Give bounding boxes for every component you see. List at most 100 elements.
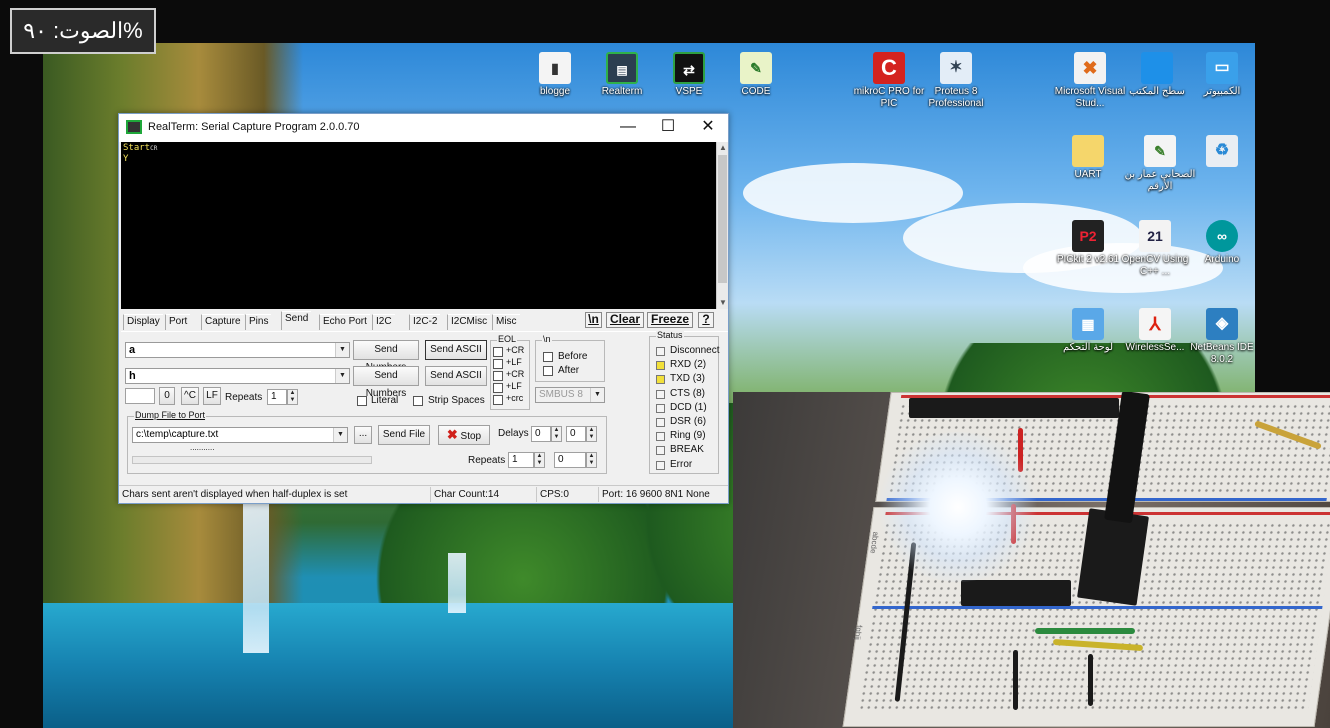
maximize-button[interactable]: ☐ xyxy=(648,114,688,142)
tab-display[interactable]: Display xyxy=(123,314,163,330)
send-file-button[interactable]: Send File xyxy=(378,425,430,445)
status-group-label: Status xyxy=(656,330,684,340)
chevron-down-icon[interactable]: ▼ xyxy=(335,369,349,383)
delay-input-1[interactable]: 0 xyxy=(531,426,551,442)
desktop-icon-visual-studio[interactable]: ✖ Microsoft Visual Stud... xyxy=(1052,52,1128,110)
newline-button[interactable]: \n xyxy=(585,312,602,328)
cps-readout: CPS:0 xyxy=(537,487,599,502)
scroll-up-icon[interactable]: ▲ xyxy=(717,142,729,154)
send-ascii-button-2[interactable]: Send ASCII xyxy=(425,366,487,386)
window-title: RealTerm: Serial Capture Program 2.0.0.7… xyxy=(148,121,360,133)
scrollbar-thumb[interactable] xyxy=(718,155,727,283)
status-led-icon xyxy=(656,446,665,456)
status-led-icon xyxy=(656,361,665,371)
desktop-icon-pickit[interactable]: P2 PICkit 2 v2.61 xyxy=(1050,220,1126,266)
desktop-icon-proteus[interactable]: ✶ Proteus 8 Professional xyxy=(918,52,994,110)
delay-input-2[interactable]: 0 xyxy=(566,426,586,442)
char-input[interactable] xyxy=(125,388,155,404)
eol-option-label: +crc xyxy=(506,393,524,403)
chevron-down-icon[interactable]: ▼ xyxy=(335,343,349,357)
freeze-button[interactable]: Freeze xyxy=(647,312,693,328)
desktop-icon-code[interactable]: ✎ CODE xyxy=(718,52,794,98)
dump-progress-bar xyxy=(132,456,372,464)
eol-crc-checkbox[interactable] xyxy=(493,395,503,405)
chevron-down-icon[interactable]: ▼ xyxy=(333,428,347,442)
eol-cr-checkbox-1[interactable] xyxy=(493,347,503,357)
terminal-scrollbar[interactable]: ▲ ▼ xyxy=(716,142,728,309)
tab-echo-port[interactable]: Echo Port xyxy=(319,314,370,330)
tab-bar: Display Port Capture Pins Send Echo Port… xyxy=(121,311,728,331)
desktop-icon-blogge[interactable]: ▮ blogge xyxy=(517,52,593,98)
literal-checkbox[interactable] xyxy=(357,396,367,406)
browse-button[interactable]: ... xyxy=(354,426,372,444)
progress-text: ........... xyxy=(190,443,215,452)
tab-capture[interactable]: Capture xyxy=(201,314,244,330)
newline-group-label: \n xyxy=(542,334,552,344)
dump-repeats-spinner-1[interactable]: ▲ ▼ xyxy=(534,452,545,468)
literal-label: Literal xyxy=(371,395,399,406)
dump-repeats-spinner-2[interactable]: ▲ ▼ xyxy=(586,452,597,468)
before-checkbox[interactable] xyxy=(543,352,553,362)
desktop-icon-netbeans[interactable]: ◈ NetBeans IDE 8.0.2 xyxy=(1184,308,1260,366)
delay-spinner-2[interactable]: ▲ ▼ xyxy=(586,426,597,442)
dump-file-combo[interactable]: c:\temp\capture.txt ▼ xyxy=(132,427,348,443)
clear-button[interactable]: Clear xyxy=(606,312,644,328)
eol-option-label: +LF xyxy=(506,381,522,391)
desktop-icon-control-panel[interactable]: ▦ لوحة التحكم xyxy=(1050,308,1126,354)
status-led-icon xyxy=(656,432,665,442)
opencv-icon: 21 xyxy=(1139,220,1171,252)
eol-lf-checkbox-1[interactable] xyxy=(493,359,503,369)
smbus-select[interactable]: SMBUS 8 ▼ xyxy=(535,387,605,403)
strip-spaces-checkbox[interactable] xyxy=(413,396,423,406)
chevron-down-icon[interactable]: ▼ xyxy=(590,388,604,402)
tab-i2cmisc[interactable]: I2CMisc xyxy=(447,314,491,330)
strip-spaces-label: Strip Spaces xyxy=(428,395,485,406)
status-item-label: BREAK xyxy=(670,444,704,456)
ic-chip xyxy=(961,580,1071,606)
desktop-icon-mikroc[interactable]: C mikroC PRO for PIC xyxy=(851,52,927,110)
send-ascii-button-1[interactable]: Send ASCII xyxy=(425,340,487,360)
send-line1-combo[interactable]: a ▼ xyxy=(125,342,350,358)
send-numbers-button-1[interactable]: Send Numbers xyxy=(353,340,419,373)
help-button[interactable]: ? xyxy=(698,312,714,328)
desktop-icon-arduino[interactable]: ∞ Arduino xyxy=(1184,220,1260,266)
terminal-output[interactable]: StartCR Y xyxy=(121,142,716,309)
eol-lf-checkbox-2[interactable] xyxy=(493,383,503,393)
desktop-icon-pdf[interactable]: ⅄ WirelessSe... xyxy=(1117,308,1193,354)
desktop-icon-computer[interactable]: ▭ الكمبيوتر xyxy=(1184,52,1260,98)
status-group: Status Disconnect RXD (2) TXD (3) CTS (8) DC… xyxy=(649,330,719,474)
lf-button[interactable]: LF xyxy=(203,387,221,405)
zero-button[interactable]: 0 xyxy=(159,387,175,405)
delay-spinner-1[interactable]: ▲ ▼ xyxy=(551,426,562,442)
desktop-icon-label: blogge xyxy=(539,86,571,97)
scroll-down-icon[interactable]: ▼ xyxy=(717,297,729,309)
tab-misc[interactable]: Misc xyxy=(492,314,520,330)
ctrl-c-button[interactable]: ^C xyxy=(181,387,199,405)
after-checkbox[interactable] xyxy=(543,366,553,376)
tab-pins[interactable]: Pins xyxy=(245,314,272,330)
desktop-icon-uart[interactable]: UART xyxy=(1050,135,1126,181)
window-titlebar[interactable]: RealTerm: Serial Capture Program 2.0.0.7… xyxy=(119,114,728,142)
close-button[interactable]: ✕ xyxy=(688,114,728,142)
terminal-line: Y xyxy=(123,154,129,164)
tab-send[interactable]: Send xyxy=(281,311,312,330)
dump-repeats-input-2[interactable]: 0 xyxy=(554,452,586,468)
desktop-icon-realterm[interactable]: ▤ Realterm xyxy=(584,52,660,98)
repeats-spinner[interactable]: ▲ ▼ xyxy=(287,389,298,405)
eol-cr-checkbox-2[interactable] xyxy=(493,371,503,381)
stop-button[interactable]: ✖ Stop xyxy=(438,425,490,445)
send-line2-combo[interactable]: h ▼ xyxy=(125,368,350,384)
visual-studio-icon: ✖ xyxy=(1074,52,1106,84)
tab-port[interactable]: Port xyxy=(165,314,191,330)
desktop-icon-recycle-bin[interactable]: ♻ xyxy=(1184,135,1260,169)
dump-repeats-input-1[interactable]: 1 xyxy=(508,452,534,468)
desktop-icon-opencv[interactable]: 21 OpenCV Using C++ ... xyxy=(1117,220,1193,278)
tab-i2c-2[interactable]: I2C-2 xyxy=(409,314,441,330)
repeats-input[interactable]: 1 xyxy=(267,389,287,405)
tab-i2c[interactable]: I2C xyxy=(372,314,395,330)
desktop-icon-label: VSPE xyxy=(675,86,703,97)
desktop-icon-vspe[interactable]: ⇄ VSPE xyxy=(651,52,727,98)
send-numbers-button-2[interactable]: Send Numbers xyxy=(353,366,419,399)
minimize-button[interactable]: — xyxy=(608,114,648,142)
status-led-icon xyxy=(656,375,665,385)
